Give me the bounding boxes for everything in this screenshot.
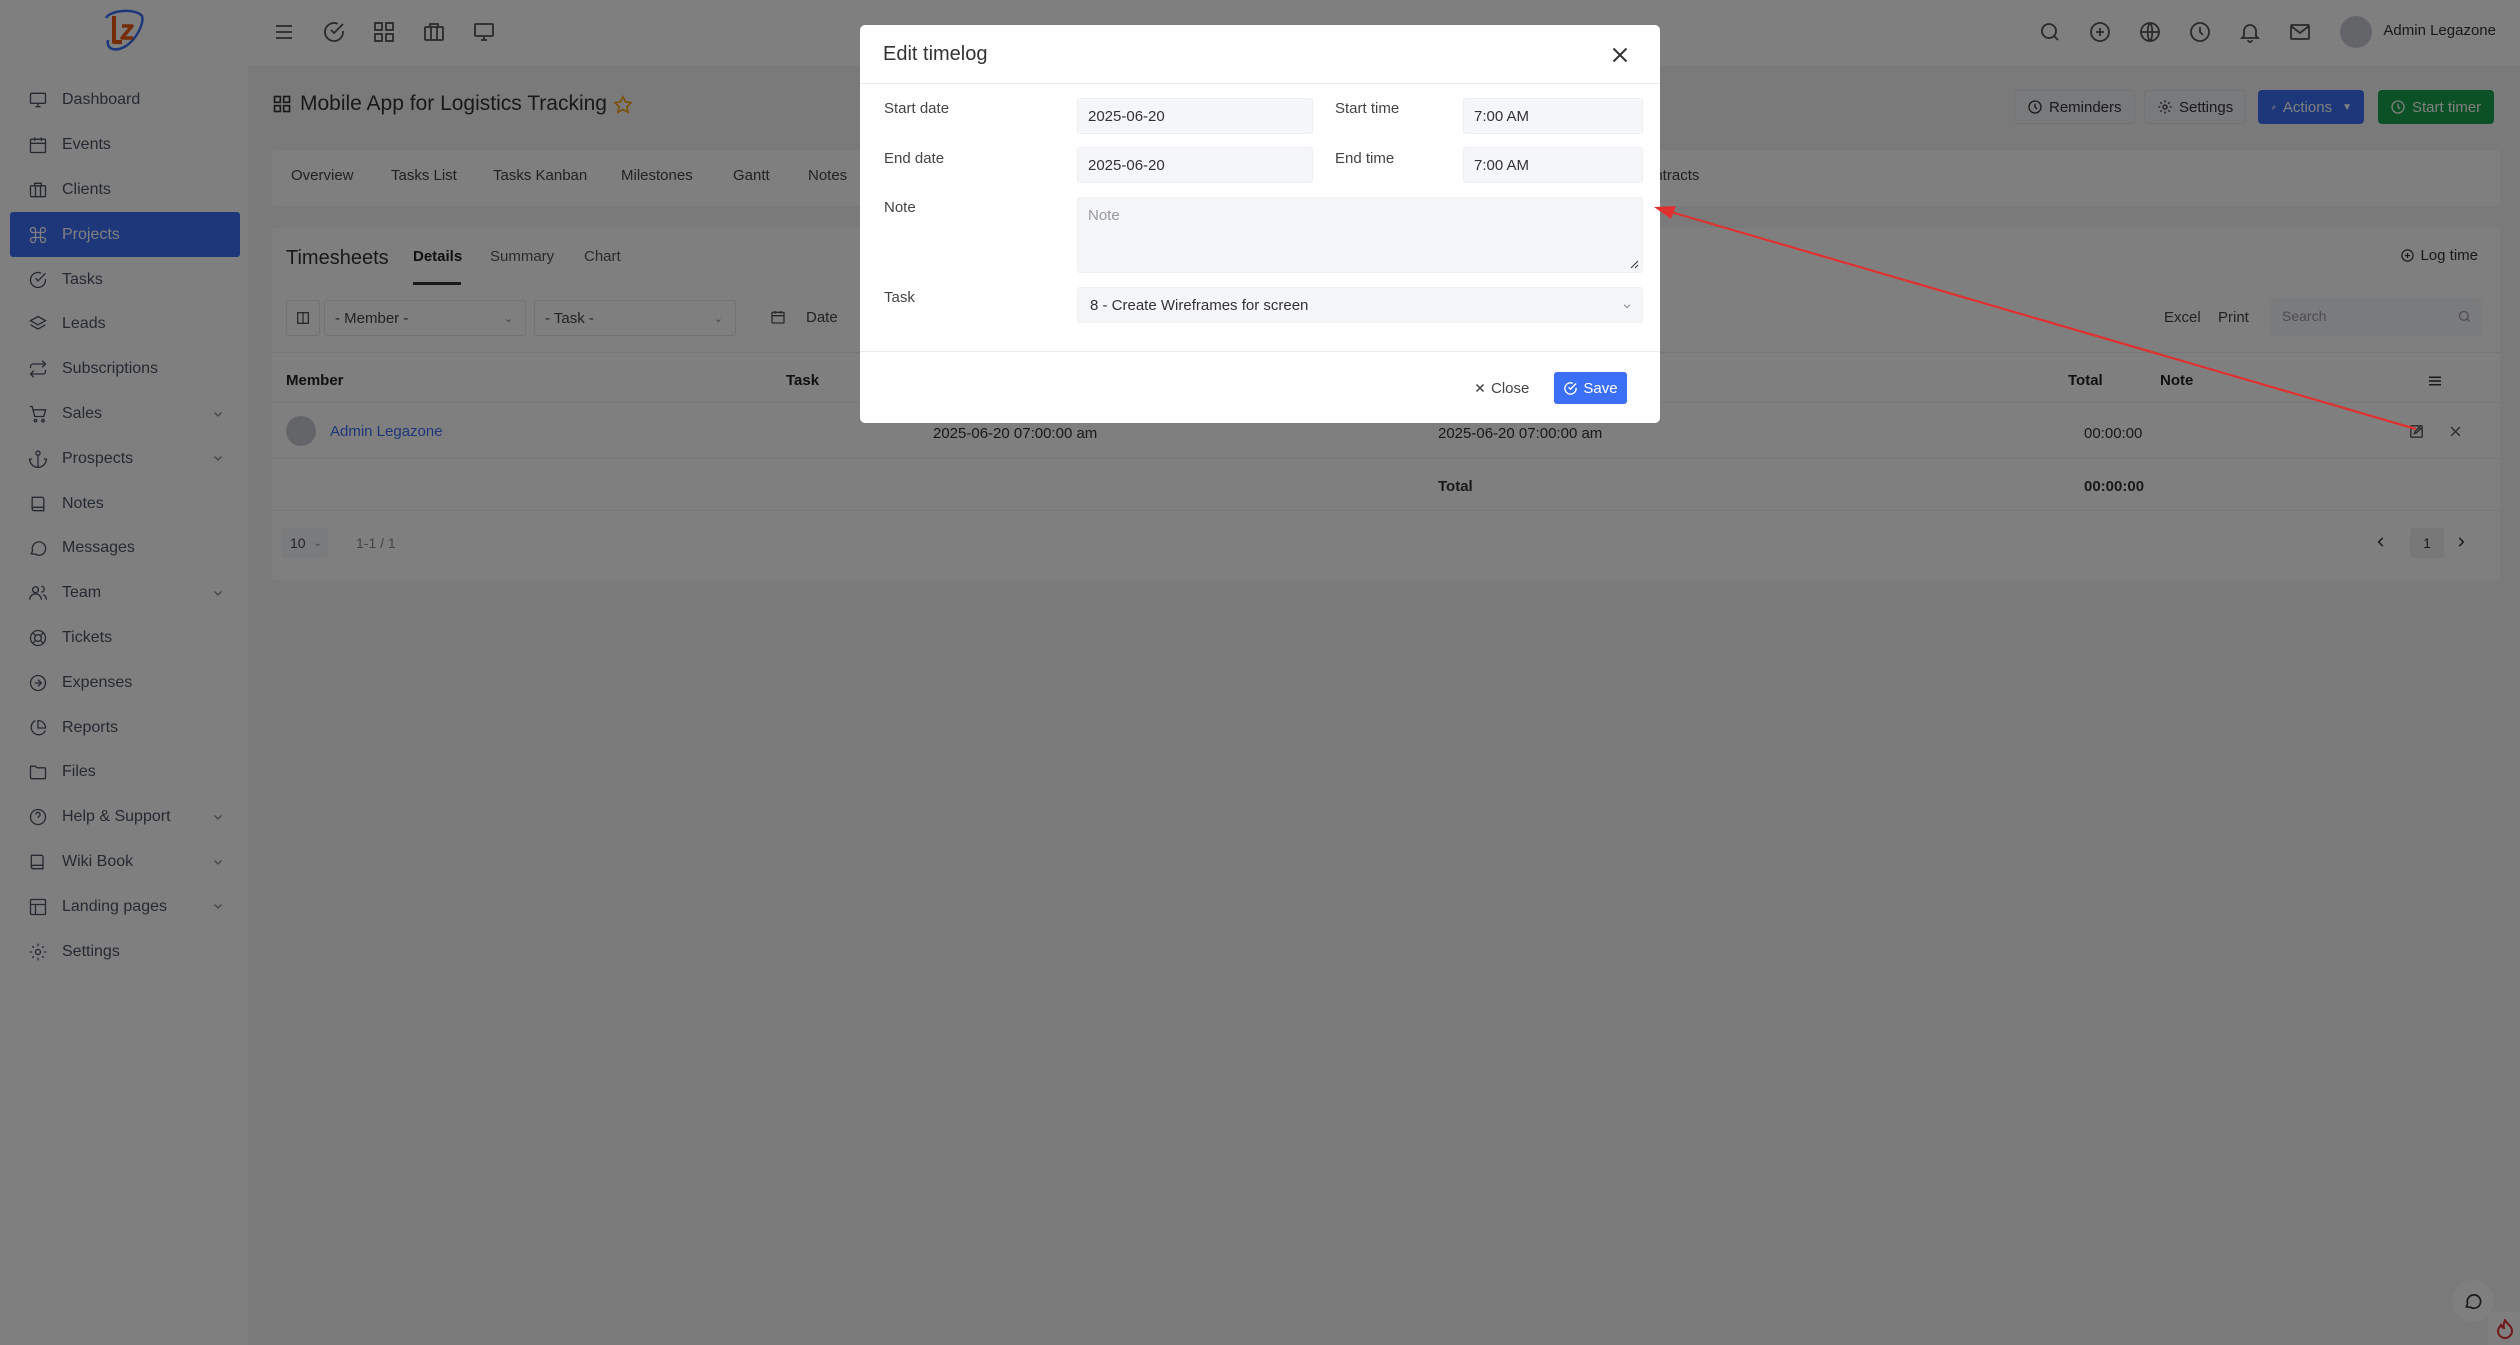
end-time-label: End time xyxy=(1335,150,1395,167)
close-icon[interactable] xyxy=(1607,42,1633,68)
task-select[interactable]: 8 - Create Wireframes for screen xyxy=(1077,287,1643,323)
save-button[interactable]: Save xyxy=(1554,372,1627,404)
divider xyxy=(860,351,1660,352)
note-textarea[interactable]: Note xyxy=(1077,197,1643,273)
start-time-label: Start time xyxy=(1335,100,1400,117)
chevron-down-icon xyxy=(1623,304,1631,309)
note-label: Note xyxy=(884,199,916,216)
modal-title: Edit timelog xyxy=(883,43,988,65)
check-circle-icon xyxy=(1564,381,1578,395)
end-time-input[interactable]: 7:00 AM xyxy=(1463,147,1643,183)
divider xyxy=(860,83,1660,84)
task-label: Task xyxy=(884,289,915,306)
save-label: Save xyxy=(1583,379,1618,397)
close-button[interactable]: Close xyxy=(1464,372,1539,404)
edit-timelog-modal: Edit timelog Start date 2025-06-20 Start… xyxy=(860,25,1660,423)
end-date-label: End date xyxy=(884,150,945,167)
end-date-input[interactable]: 2025-06-20 xyxy=(1077,147,1313,183)
task-select-value: 8 - Create Wireframes for screen xyxy=(1090,297,1309,314)
start-time-input[interactable]: 7:00 AM xyxy=(1463,98,1643,134)
start-date-label: Start date xyxy=(884,100,950,117)
resize-handle-icon[interactable] xyxy=(1629,259,1639,269)
note-placeholder: Note xyxy=(1088,207,1120,224)
close-icon xyxy=(1475,383,1485,393)
close-label: Close xyxy=(1491,379,1530,397)
start-date-input[interactable]: 2025-06-20 xyxy=(1077,98,1313,134)
